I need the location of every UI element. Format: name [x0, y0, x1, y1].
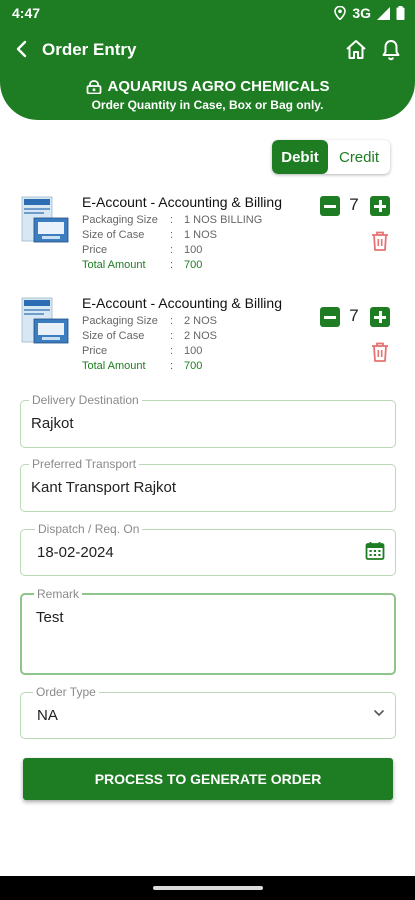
size-of-case-value: 2 NOS [184, 330, 218, 342]
packaging-size-row: Packaging Size:1 NOS BILLING [82, 214, 263, 226]
preferred-transport-label: Preferred Transport [29, 457, 140, 471]
chevron-down-icon [374, 710, 384, 717]
debit-tab[interactable]: Debit [272, 140, 328, 174]
order-type-label: Order Type [33, 685, 99, 699]
decrease-quantity-button[interactable] [320, 196, 340, 216]
price-value: 100 [184, 345, 203, 357]
lock-icon [86, 79, 101, 94]
home-icon [346, 40, 366, 59]
product-item: E-Account - Accounting & Billing Packagi… [0, 194, 415, 284]
home-gesture-handle[interactable] [153, 886, 263, 890]
network-type: 3G [352, 5, 371, 21]
price-row: Price:100 [82, 244, 203, 256]
app-header: Order Entry AQUARIUS AGRO CHEMICALS Orde… [0, 26, 415, 120]
status-time: 4:47 [12, 5, 41, 21]
product-thumbnail [20, 295, 72, 347]
debit-credit-toggle: Debit Credit [272, 140, 390, 174]
order-type-select[interactable]: Order Type NA [20, 685, 396, 739]
status-icons: 3G [334, 5, 405, 21]
delete-icon[interactable] [370, 230, 390, 252]
delete-icon[interactable] [370, 341, 390, 363]
remark-field[interactable]: Remark Test [20, 587, 396, 675]
price-row: Price:100 [82, 345, 203, 357]
quantity-value: 7 [349, 195, 359, 214]
product-item: E-Account - Accounting & Billing Packagi… [0, 295, 415, 385]
signal-icon [377, 6, 390, 20]
preferred-transport-value: Kant Transport Rajkot [31, 479, 177, 496]
product-name: E-Account - Accounting & Billing [82, 295, 282, 311]
delivery-destination-value: Rajkot [31, 415, 74, 432]
increase-quantity-button[interactable] [370, 307, 390, 327]
back-button[interactable] [12, 38, 34, 60]
delivery-destination-label: Delivery Destination [29, 393, 142, 407]
company-name: AQUARIUS AGRO CHEMICALS [107, 78, 330, 95]
product-name: E-Account - Accounting & Billing [82, 194, 282, 210]
total-amount-value: 700 [184, 259, 203, 271]
total-amount-row: Total Amount:700 [82, 259, 203, 271]
quantity-value: 7 [349, 306, 359, 325]
size-of-case-value: 1 NOS [184, 229, 218, 241]
process-order-button[interactable]: PROCESS TO GENERATE ORDER [23, 758, 393, 800]
product-thumbnail [20, 194, 72, 246]
battery-icon [396, 6, 405, 20]
company-row: AQUARIUS AGRO CHEMICALS [0, 78, 415, 95]
packaging-size-value: 1 NOS BILLING [184, 214, 263, 226]
dispatch-date-value: 18-02-2024 [37, 544, 114, 561]
size-of-case-row: Size of Case:2 NOS [82, 330, 218, 342]
calendar-icon[interactable] [365, 541, 385, 561]
back-arrow-icon [16, 40, 27, 58]
bell-icon [382, 40, 400, 61]
system-nav-bar [0, 876, 415, 900]
order-type-value: NA [37, 707, 58, 724]
remark-value: Test [36, 609, 64, 626]
order-quantity-note: Order Quantity in Case, Box or Bag only. [91, 98, 324, 112]
packaging-size-row: Packaging Size:2 NOS [82, 315, 218, 327]
delivery-destination-field[interactable]: Delivery Destination Rajkot [20, 393, 396, 448]
notifications-button[interactable] [379, 38, 403, 62]
credit-tab[interactable]: Credit [328, 140, 390, 174]
status-bar: 4:47 3G [0, 0, 415, 26]
dispatch-date-label: Dispatch / Req. On [35, 522, 143, 536]
page-title: Order Entry [42, 40, 137, 59]
remark-label: Remark [34, 587, 83, 601]
decrease-quantity-button[interactable] [320, 307, 340, 327]
size-of-case-row: Size of Case:1 NOS [82, 229, 218, 241]
packaging-size-value: 2 NOS [184, 315, 218, 327]
increase-quantity-button[interactable] [370, 196, 390, 216]
dispatch-date-field[interactable]: Dispatch / Req. On 18-02-2024 [20, 522, 396, 576]
location-icon [334, 6, 347, 20]
preferred-transport-field[interactable]: Preferred Transport Kant Transport Rajko… [20, 457, 396, 512]
home-button[interactable] [344, 38, 368, 62]
total-amount-row: Total Amount:700 [82, 360, 203, 372]
price-value: 100 [184, 244, 203, 256]
total-amount-value: 700 [184, 360, 203, 372]
